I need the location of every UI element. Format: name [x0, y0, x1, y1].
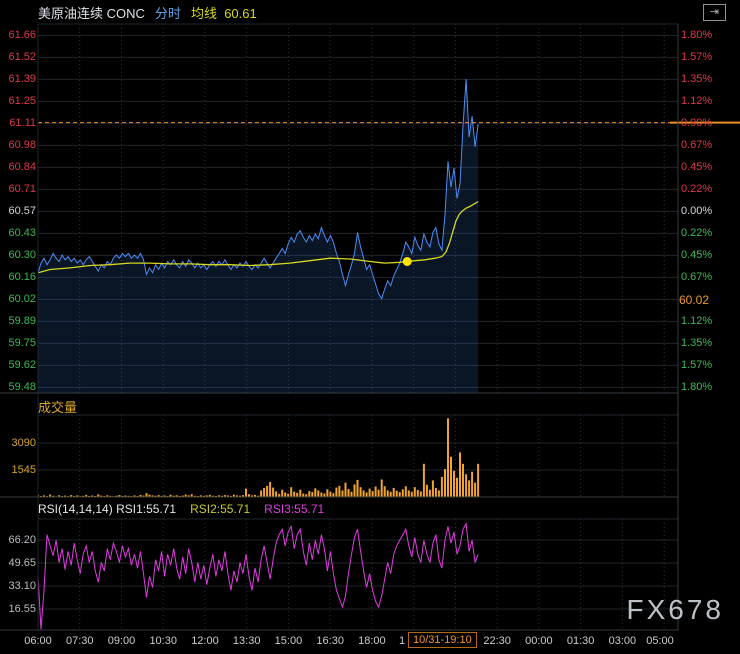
ma-value: 60.61 [224, 6, 257, 21]
price-axis-label-left: 61.39 [2, 72, 36, 86]
time-axis-label: 15:00 [270, 634, 306, 648]
price-axis-label-left: 60.84 [2, 160, 36, 174]
pct-axis-label-right: 1.12% [681, 94, 712, 108]
pct-axis-label-right: 0.67% [681, 138, 712, 152]
chart-header: 美原油连续 CONC 分时 均线 60.61 [38, 5, 257, 23]
expand-panel-icon[interactable]: ⇥ [703, 4, 726, 21]
price-axis-label-left: 59.62 [2, 358, 36, 372]
price-axis-label-left: 61.11 [2, 116, 36, 130]
price-axis-label-left: 60.43 [2, 226, 36, 240]
rsi-axis-label: 33.10 [2, 579, 36, 593]
pct-axis-label-right: 0.45% [681, 160, 712, 174]
price-axis-label-left: 60.02 [2, 292, 36, 306]
rsi3-value: RSI3:55.71 [264, 501, 324, 517]
pct-axis-label-right: 1.12% [681, 314, 712, 328]
rsi2-value: RSI2:55.71 [190, 501, 250, 517]
price-axis-label-left: 61.66 [2, 28, 36, 42]
price-axis-label-left: 60.16 [2, 270, 36, 284]
pct-axis-label-right: 0.67% [681, 270, 712, 284]
time-axis-label: 16:30 [312, 634, 348, 648]
trading-chart-panel: 美原油连续 CONC 分时 均线 60.61 ⇥ 成交量 RSI(14,14,1… [0, 0, 740, 654]
pct-axis-label-right: 0.45% [681, 248, 712, 262]
crosshair-time-label: 10/31-19:10 [408, 632, 477, 648]
pct-axis-label-right: 1.35% [681, 72, 712, 86]
covered-time-label-remnant: 1 [399, 634, 405, 648]
pct-axis-label-right: 1.35% [681, 336, 712, 350]
time-axis-label: 10:30 [145, 634, 181, 648]
tab-timeline[interactable]: 分时 [155, 5, 181, 23]
ma-legend[interactable]: 均线 60.61 [191, 5, 257, 23]
rsi-params-label: RSI(14,14,14) RSI1:55.71 [38, 501, 176, 517]
price-axis-label-left: 61.52 [2, 50, 36, 64]
price-axis-label-left: 61.25 [2, 94, 36, 108]
time-axis-label: 00:00 [521, 634, 557, 648]
fx678-watermark: FX678 [627, 594, 725, 626]
price-axis-label-left: 60.57 [2, 204, 36, 218]
price-axis-label-left: 60.98 [2, 138, 36, 152]
volume-axis-label: 1545 [2, 463, 36, 477]
time-axis-label: 07:30 [62, 634, 98, 648]
low-price-badge: 60.02 [679, 293, 729, 308]
pct-axis-label-right: 0.22% [681, 182, 712, 196]
rsi-axis-label: 49.65 [2, 556, 36, 570]
time-axis-label: 05:00 [642, 634, 678, 648]
rsi-axis-label: 16.55 [2, 602, 36, 616]
pct-axis-label-right: 1.80% [681, 380, 712, 394]
price-axis-label-left: 59.75 [2, 336, 36, 350]
pct-axis-label-right: 0.22% [681, 226, 712, 240]
pct-axis-label-right: 0.90% [681, 116, 712, 130]
pct-axis-label-right: 1.80% [681, 28, 712, 42]
volume-axis-label: 3090 [2, 436, 36, 450]
price-axis-label-left: 60.71 [2, 182, 36, 196]
price-axis-label-left: 59.89 [2, 314, 36, 328]
rsi-pane-header: RSI(14,14,14) RSI1:55.71 RSI2:55.71 RSI3… [38, 501, 324, 517]
symbol-name: 美原油连续 CONC [38, 5, 145, 23]
price-axis-label-left: 60.30 [2, 248, 36, 262]
time-axis-label: 22:30 [479, 634, 515, 648]
price-axis-label-left: 59.48 [2, 380, 36, 394]
pct-axis-label-right: 1.57% [681, 358, 712, 372]
pct-axis-label-right: 1.57% [681, 50, 712, 64]
time-axis-label: 03:00 [604, 634, 640, 648]
time-axis-label: 12:00 [187, 634, 223, 648]
volume-pane-title: 成交量 [38, 397, 77, 416]
pct-axis-label-right: 0.00% [681, 204, 712, 218]
time-axis-label: 13:30 [229, 634, 265, 648]
time-axis-label: 09:00 [103, 634, 139, 648]
rsi-axis-label: 66.20 [2, 533, 36, 547]
time-axis-label: 06:00 [20, 634, 56, 648]
time-axis-label: 18:00 [354, 634, 390, 648]
time-axis-label: 01:30 [563, 634, 599, 648]
